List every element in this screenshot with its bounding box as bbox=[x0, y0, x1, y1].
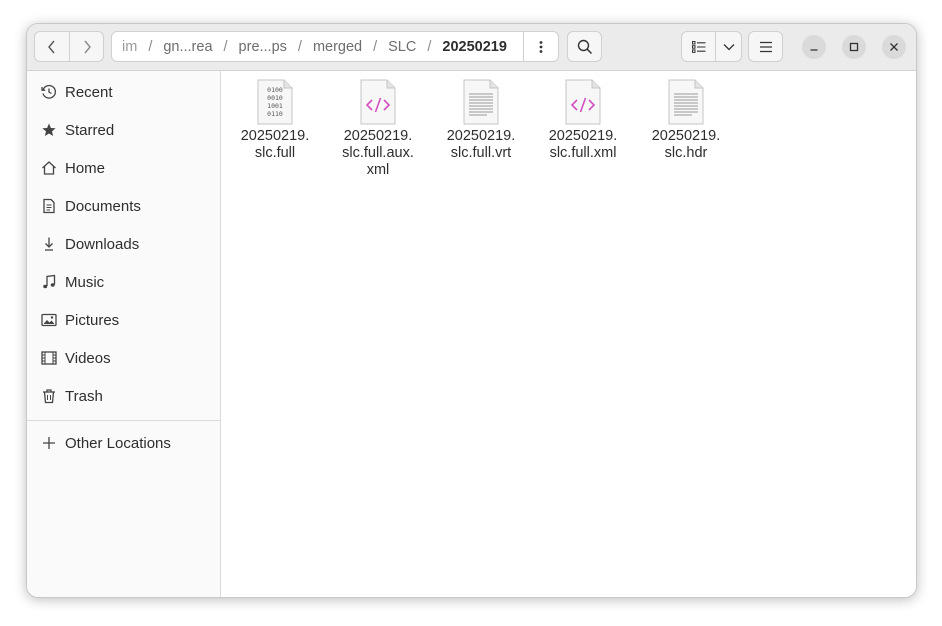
sidebar-item-label: Recent bbox=[65, 83, 113, 101]
xml-file-icon bbox=[565, 79, 601, 125]
sidebar-item-recent[interactable]: Recent bbox=[27, 75, 220, 109]
file-item[interactable]: 20250219. slc.full.vrt bbox=[431, 78, 531, 162]
sidebar-item-music[interactable]: Music bbox=[27, 265, 220, 299]
sidebar-item-home[interactable]: Home bbox=[27, 151, 220, 185]
trash-icon bbox=[40, 387, 58, 405]
search-button[interactable] bbox=[567, 31, 602, 62]
svg-text:1001: 1001 bbox=[267, 102, 283, 110]
breadcrumb-separator: / bbox=[148, 38, 153, 55]
sidebar-divider bbox=[27, 420, 220, 421]
breadcrumb: im / gn...rea / pre...ps / merged / SLC / 20250219 bbox=[112, 32, 523, 61]
breadcrumb-current[interactable]: 20250219 bbox=[440, 39, 509, 55]
svg-text:0110: 0110 bbox=[267, 110, 283, 118]
download-icon bbox=[40, 235, 58, 253]
sidebar-item-downloads[interactable]: Downloads bbox=[27, 227, 220, 261]
sidebar-item-label: Trash bbox=[65, 387, 103, 405]
file-name: 20250219. slc.full.vrt bbox=[446, 128, 516, 161]
xml-file-icon bbox=[360, 79, 396, 125]
file-item[interactable]: 20250219. slc.full.xml bbox=[533, 78, 633, 162]
breadcrumb-separator: / bbox=[427, 38, 432, 55]
hamburger-menu-icon bbox=[759, 41, 772, 52]
minimize-icon bbox=[810, 49, 818, 51]
file-item[interactable]: 0100 0010 1001 0110 20250219. slc.full bbox=[225, 78, 325, 162]
picture-icon bbox=[40, 311, 58, 329]
sidebar-item-label: Starred bbox=[65, 121, 115, 139]
file-name: 20250219. slc.hdr bbox=[651, 128, 721, 161]
view-buttons bbox=[681, 31, 742, 62]
sidebar-item-pictures[interactable]: Pictures bbox=[27, 303, 220, 337]
svg-text:0100: 0100 bbox=[267, 86, 283, 94]
breadcrumb-item[interactable]: merged bbox=[311, 39, 364, 55]
sidebar-item-label: Documents bbox=[65, 197, 141, 215]
file-view: 0100 0010 1001 0110 20250219. slc.full 2… bbox=[221, 71, 916, 597]
maximize-button[interactable] bbox=[842, 35, 866, 59]
forward-button[interactable] bbox=[69, 32, 103, 61]
close-button[interactable] bbox=[882, 35, 906, 59]
home-icon bbox=[40, 159, 58, 177]
file-item[interactable]: 20250219. slc.hdr bbox=[636, 78, 736, 162]
sidebar-item-label: Downloads bbox=[65, 235, 140, 253]
search-icon bbox=[577, 39, 592, 54]
sidebar-item-trash[interactable]: Trash bbox=[27, 379, 220, 413]
sidebar-item-documents[interactable]: Documents bbox=[27, 189, 220, 223]
breadcrumb-item[interactable]: gn...rea bbox=[161, 39, 214, 55]
list-view-icon bbox=[691, 40, 705, 53]
navigation-buttons bbox=[34, 31, 104, 62]
plus-icon bbox=[40, 434, 58, 452]
binary-file-icon: 0100 0010 1001 0110 bbox=[257, 79, 293, 125]
text-file-icon bbox=[668, 79, 704, 125]
sidebar: Recent Starred Home Documents Downloads bbox=[27, 71, 221, 597]
sidebar-item-videos[interactable]: Videos bbox=[27, 341, 220, 375]
chevron-left-icon bbox=[48, 40, 55, 53]
minimize-button[interactable] bbox=[802, 35, 826, 59]
chevron-right-icon bbox=[84, 40, 91, 53]
sidebar-item-label: Pictures bbox=[65, 311, 120, 329]
breadcrumb-item[interactable]: pre...ps bbox=[237, 39, 289, 55]
sidebar-item-label: Other Locations bbox=[65, 434, 171, 452]
maximize-icon bbox=[849, 42, 859, 52]
file-item[interactable]: 20250219. slc.full.aux. xml bbox=[328, 78, 428, 179]
breadcrumb-separator: / bbox=[223, 38, 228, 55]
vertical-dots-icon bbox=[539, 40, 543, 53]
text-file-icon bbox=[463, 79, 499, 125]
view-options-button[interactable] bbox=[715, 32, 741, 61]
breadcrumb-item[interactable]: SLC bbox=[386, 39, 418, 55]
sidebar-item-other-locations[interactable]: Other Locations bbox=[27, 426, 220, 460]
file-manager-window: im / gn...rea / pre...ps / merged / SLC / 20250219 bbox=[26, 23, 917, 598]
file-name: 20250219. slc.full bbox=[240, 128, 310, 161]
clock-icon bbox=[40, 83, 58, 101]
header-bar: im / gn...rea / pre...ps / merged / SLC / 20250219 bbox=[27, 24, 916, 71]
svg-text:0010: 0010 bbox=[267, 94, 283, 102]
music-icon bbox=[40, 273, 58, 291]
path-menu-button[interactable] bbox=[523, 32, 558, 61]
file-name: 20250219. slc.full.xml bbox=[548, 128, 618, 161]
document-icon bbox=[40, 197, 58, 215]
video-icon bbox=[40, 349, 58, 367]
file-name: 20250219. slc.full.aux. xml bbox=[342, 128, 414, 178]
breadcrumb-separator: / bbox=[373, 38, 378, 55]
breadcrumb-separator: / bbox=[297, 38, 302, 55]
sidebar-item-starred[interactable]: Starred bbox=[27, 113, 220, 147]
sidebar-item-label: Videos bbox=[65, 349, 111, 367]
close-icon bbox=[890, 43, 898, 51]
star-icon bbox=[40, 121, 58, 139]
sidebar-item-label: Music bbox=[65, 273, 105, 291]
main-menu-button[interactable] bbox=[748, 31, 783, 62]
back-button[interactable] bbox=[35, 32, 69, 61]
path-bar: im / gn...rea / pre...ps / merged / SLC / 20250219 bbox=[111, 31, 559, 62]
sidebar-item-label: Home bbox=[65, 159, 106, 177]
list-view-button[interactable] bbox=[682, 32, 715, 61]
chevron-down-icon bbox=[723, 43, 734, 50]
breadcrumb-item[interactable]: im bbox=[120, 39, 139, 55]
